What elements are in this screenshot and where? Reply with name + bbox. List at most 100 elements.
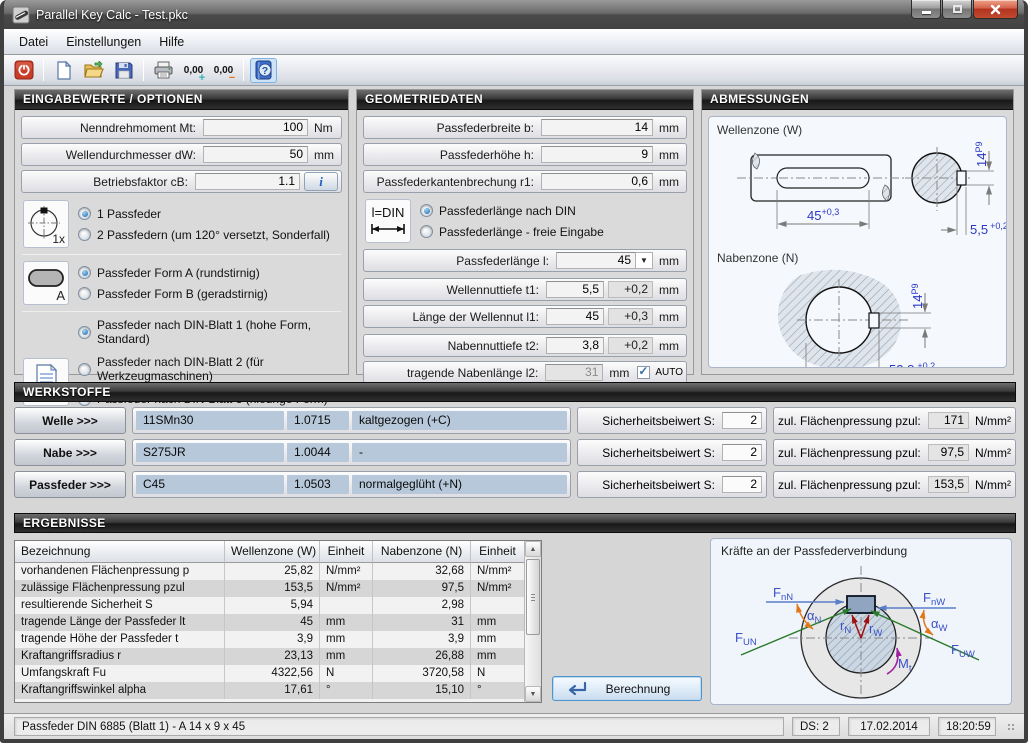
option-laenge-din[interactable]: Passfederlänge nach DIN bbox=[420, 204, 685, 218]
welle-material-box: 11SMn30 1.0715 kaltgezogen (+C) bbox=[132, 407, 571, 434]
force-diagram-title: Kräfte an der Passfederverbindung bbox=[711, 539, 1011, 558]
table-row: zulässige Flächenpressung pzul153,5N/mm²… bbox=[15, 580, 524, 597]
berechnung-button[interactable]: Berechnung bbox=[552, 676, 702, 701]
flaechenpressung-box: zul. Flächenpressung pzul: 153,5 N/mm² bbox=[773, 471, 1016, 498]
wellennuttiefe-input[interactable]: 5,5 bbox=[546, 281, 604, 298]
betriebsfaktor-input[interactable]: 1.1 bbox=[195, 173, 300, 190]
nenndrehmoment-row: Nenndrehmoment Mt: 100 Nm bbox=[21, 116, 342, 139]
resize-grip[interactable] bbox=[1006, 722, 1016, 732]
exit-button[interactable] bbox=[10, 58, 37, 83]
auto-checkbox[interactable] bbox=[637, 366, 650, 379]
option-2-passfedern[interactable]: 2 Passfedern (um 120° versetzt, Sonderfa… bbox=[78, 228, 340, 242]
table-row: Kraftangriffsradius r23,13mm26,88mm bbox=[15, 648, 524, 665]
passfederlaenge-dropdown[interactable]: ▼ bbox=[636, 252, 653, 269]
radio-icon bbox=[420, 225, 433, 238]
svg-text:53,8+0,2: 53,8+0,2 bbox=[889, 361, 935, 368]
window-controls bbox=[910, 0, 1018, 19]
table-row: tragende Länge der Passfeder lt45mm31mm bbox=[15, 614, 524, 631]
option-din-blatt-1[interactable]: Passfeder nach DIN-Blatt 1 (hohe Form, S… bbox=[78, 318, 340, 346]
save-icon bbox=[115, 61, 133, 79]
nabenlaenge-row: tragende Nabenlänge l2: 31 mm AUTO bbox=[363, 361, 687, 384]
passfeder-form-icon: A bbox=[23, 261, 69, 305]
title-bar[interactable]: Parallel Key Calc - Test.pkc bbox=[4, 0, 1024, 29]
menu-einstellungen[interactable]: Einstellungen bbox=[57, 32, 150, 52]
scroll-up-icon[interactable]: ▲ bbox=[525, 541, 541, 557]
passfederhoehe-input[interactable]: 9 bbox=[541, 146, 653, 163]
material-name: 11SMn30 bbox=[136, 411, 284, 430]
decimal-add-icon: 0,00+ bbox=[184, 65, 203, 76]
window-title: Parallel Key Calc - Test.pkc bbox=[36, 8, 188, 22]
nabennuttiefe-row: Nabennuttiefe t2: 3,8 +0,2 mm bbox=[363, 334, 687, 357]
save-button[interactable] bbox=[110, 58, 137, 83]
decimal-remove-button[interactable]: 0,00− bbox=[210, 58, 237, 83]
welle-material-button[interactable]: Welle >>> bbox=[14, 407, 126, 434]
nenndrehmoment-input[interactable]: 100 bbox=[203, 119, 308, 136]
passfeder-count-group: 1x 1 Passfeder 2 Passfedern (um 120° ver… bbox=[21, 198, 342, 250]
results-table: Bezeichnung Wellenzone (W) Einheit Naben… bbox=[14, 540, 542, 703]
maximize-icon bbox=[953, 5, 962, 13]
scrollbar-thumb[interactable] bbox=[526, 559, 540, 635]
app-window: Parallel Key Calc - Test.pkc Datei Einst… bbox=[0, 0, 1028, 743]
option-form-b[interactable]: Passfeder Form B (geradstirnig) bbox=[78, 287, 340, 301]
material-treatment: normalgeglüht (+N) bbox=[352, 475, 567, 494]
svg-text:?: ? bbox=[262, 65, 268, 77]
material-number: 1.0044 bbox=[287, 443, 349, 462]
option-form-a[interactable]: Passfeder Form A (rundstirnig) bbox=[78, 266, 340, 280]
svg-text:FUN: FUN bbox=[735, 630, 757, 648]
print-button[interactable] bbox=[150, 58, 177, 83]
status-date: 17.02.2014 bbox=[848, 717, 930, 736]
passfederlaenge-mode-group: l=DIN Passfederlänge nach DIN Passfederl… bbox=[363, 197, 687, 245]
wellendurchmesser-input[interactable]: 50 bbox=[203, 146, 308, 163]
status-ds: DS: 2 bbox=[792, 717, 840, 736]
menu-datei[interactable]: Datei bbox=[10, 32, 57, 52]
sicherheitsbeiwert-input[interactable]: 2 bbox=[722, 476, 762, 493]
svg-text:FnW: FnW bbox=[923, 590, 945, 608]
help-button[interactable]: ? bbox=[250, 58, 277, 83]
new-file-button[interactable] bbox=[50, 58, 77, 83]
werkstoffe-rows: Welle >>> 11SMn30 1.0715 kaltgezogen (+C… bbox=[14, 407, 1016, 498]
passfederbreite-input[interactable]: 14 bbox=[541, 119, 653, 136]
option-din-blatt-2[interactable]: Passfeder nach DIN-Blatt 2 (für Werkzeug… bbox=[78, 355, 340, 383]
wellennut-laenge-input[interactable]: 45 bbox=[546, 308, 604, 325]
sicherheitsbeiwert-input[interactable]: 2 bbox=[722, 444, 762, 461]
open-file-button[interactable] bbox=[80, 58, 107, 83]
kantenbrechung-row: Passfederkantenbrechung r1: 0,6 mm bbox=[363, 170, 687, 193]
wellendurchmesser-row: Wellendurchmesser dW: 50 mm bbox=[21, 143, 342, 166]
material-name: S275JR bbox=[136, 443, 284, 462]
exit-icon bbox=[14, 60, 34, 80]
option-1-passfeder[interactable]: 1 Passfeder bbox=[78, 207, 340, 221]
panel-geometriedaten-header: GEOMETRIEDATEN bbox=[357, 90, 693, 110]
material-number: 1.0503 bbox=[287, 475, 349, 494]
sicherheitsbeiwert-input[interactable]: 2 bbox=[722, 412, 762, 429]
maximize-button[interactable] bbox=[942, 0, 972, 19]
close-button[interactable] bbox=[973, 0, 1018, 19]
chevron-down-icon: ▼ bbox=[640, 256, 648, 265]
scrollbar-track[interactable] bbox=[525, 557, 541, 686]
radio-icon bbox=[78, 228, 91, 241]
scroll-down-icon[interactable]: ▼ bbox=[525, 686, 541, 702]
nabe-material-box: S275JR 1.0044 - bbox=[132, 439, 571, 466]
info-button[interactable]: i bbox=[304, 172, 338, 191]
minimize-button[interactable] bbox=[911, 0, 941, 19]
material-treatment: - bbox=[352, 443, 567, 462]
svg-text:l=DIN: l=DIN bbox=[372, 205, 405, 220]
passfeder-material-button[interactable]: Passfeder >>> bbox=[14, 471, 126, 498]
nabe-material-button[interactable]: Nabe >>> bbox=[14, 439, 126, 466]
table-row: vorhandenen Flächenpressung p25,82N/mm²3… bbox=[15, 563, 524, 580]
flaechenpressung-box: zul. Flächenpressung pzul: 171 N/mm² bbox=[773, 407, 1016, 434]
option-laenge-frei[interactable]: Passfederlänge - freie Eingabe bbox=[420, 225, 685, 239]
passfeder-count-icon: 1x bbox=[23, 200, 69, 248]
nabenlaenge-input: 31 bbox=[545, 364, 603, 381]
passfederlaenge-input[interactable]: 45 bbox=[556, 252, 636, 269]
table-scrollbar[interactable]: ▲ ▼ bbox=[524, 541, 541, 702]
menu-hilfe[interactable]: Hilfe bbox=[150, 32, 193, 52]
nabennuttiefe-tol: +0,2 bbox=[608, 337, 653, 354]
status-text: Passfeder DIN 6885 (Blatt 1) - A 14 x 9 … bbox=[14, 717, 784, 736]
werkstoff-welle-row: Welle >>> 11SMn30 1.0715 kaltgezogen (+C… bbox=[14, 407, 1016, 434]
kantenbrechung-input[interactable]: 0,6 bbox=[541, 173, 653, 190]
decimal-add-button[interactable]: 0,00+ bbox=[180, 58, 207, 83]
nabennuttiefe-input[interactable]: 3,8 bbox=[546, 337, 604, 354]
panel-abmessungen: ABMESSUNGEN Wellenzone (W) 45+0,3 bbox=[701, 89, 1014, 375]
radio-icon bbox=[420, 204, 433, 217]
panel-geometriedaten: GEOMETRIEDATEN Passfederbreite b: 14 mm … bbox=[356, 89, 694, 375]
